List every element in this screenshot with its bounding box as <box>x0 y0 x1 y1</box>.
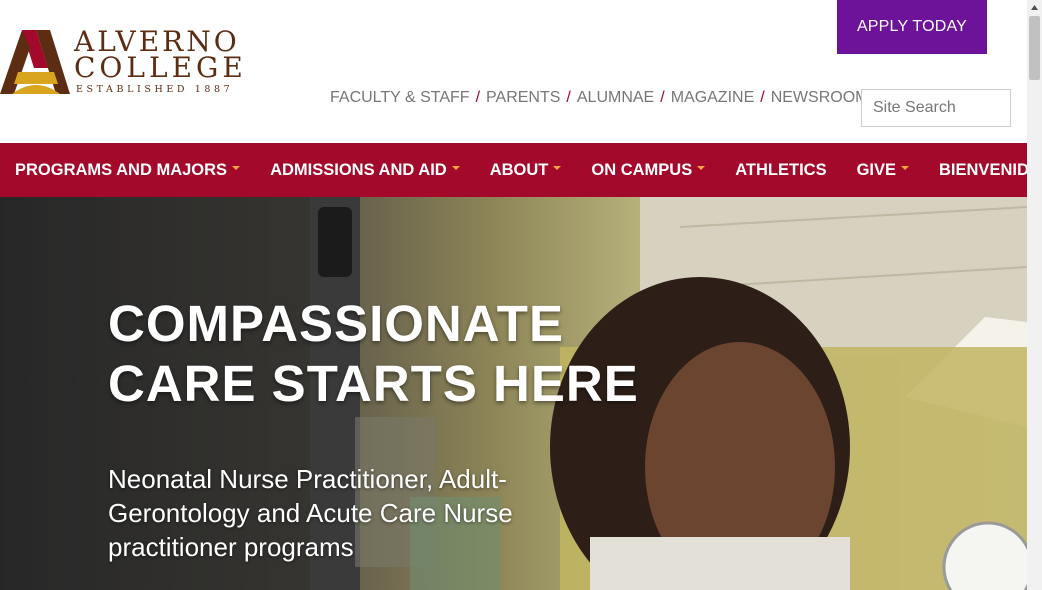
apply-today-button[interactable]: APPLY TODAY <box>837 0 987 54</box>
page-scrollbar[interactable] <box>1027 0 1042 590</box>
util-link-alumnae[interactable]: ALUMNAE <box>577 89 654 107</box>
nav-item-label: ON CAMPUS <box>591 160 693 179</box>
alverno-college-logo[interactable]: ALVERNO COLLEGE ESTABLISHED 1887 <box>0 28 262 98</box>
nav-item-athletics[interactable]: ATHLETICS <box>720 143 841 197</box>
util-link-newsroom[interactable]: NEWSROOM <box>771 89 869 107</box>
hero-title-line2: CARE STARTS HERE <box>108 355 639 412</box>
nav-item-admissions-and-aid[interactable]: ADMISSIONS AND AID <box>255 143 475 197</box>
nav-item-programs-and-majors[interactable]: PROGRAMS AND MAJORS <box>0 143 255 197</box>
logo-established: ESTABLISHED 1887 <box>76 84 234 95</box>
nav-item-bienvenido[interactable]: BIENVENIDO <box>924 143 1027 197</box>
caret-down-icon <box>553 165 562 170</box>
main-nav: PROGRAMS AND MAJORS ADMISSIONS AND AID A… <box>0 143 1027 197</box>
hero-banner: COMPASSIONATE CARE STARTS HERE Neonatal … <box>0 197 1027 590</box>
util-separator: / <box>566 89 571 106</box>
nav-item-about[interactable]: ABOUT <box>475 143 577 197</box>
nav-item-label: GIVE <box>856 160 897 179</box>
util-link-faculty-staff[interactable]: FACULTY & STAFF <box>330 89 470 107</box>
logo-name-line2: COLLEGE <box>74 51 247 84</box>
util-separator: / <box>475 89 481 106</box>
nav-item-label: BIENVENIDO <box>939 160 1027 179</box>
nav-item-label: ATHLETICS <box>735 160 827 179</box>
nav-item-give[interactable]: GIVE <box>842 143 924 197</box>
nav-item-label: PROGRAMS AND MAJORS <box>15 160 228 179</box>
nav-item-label: ABOUT <box>489 160 549 179</box>
caret-down-icon <box>232 165 241 170</box>
util-separator: / <box>760 89 765 106</box>
scrollbar-thumb[interactable] <box>1029 16 1040 80</box>
hero-subtitle: Neonatal Nurse Practitioner, Adult-Geron… <box>108 464 513 562</box>
util-link-parents[interactable]: PARENTS <box>486 89 560 107</box>
hero-title-line1: COMPASSIONATE <box>108 295 564 352</box>
site-header: ALVERNO COLLEGE ESTABLISHED 1887 APPLY T… <box>0 0 1027 143</box>
nav-item-on-campus[interactable]: ON CAMPUS <box>576 143 720 197</box>
alverno-a-logo-icon <box>0 30 70 94</box>
caret-down-icon <box>697 165 706 170</box>
utility-nav: FACULTY & STAFF / PARENTS / ALUMNAE / MA… <box>330 88 868 108</box>
caret-down-icon <box>451 165 460 170</box>
util-link-magazine[interactable]: MAGAZINE <box>671 89 755 107</box>
nav-item-label: ADMISSIONS AND AID <box>270 160 447 179</box>
scroll-up-arrow-icon[interactable] <box>1027 0 1042 15</box>
hero-title: COMPASSIONATE CARE STARTS HERE <box>108 294 668 414</box>
site-search-input[interactable] <box>861 89 1011 127</box>
util-separator: / <box>660 89 665 106</box>
caret-down-icon <box>901 165 910 170</box>
